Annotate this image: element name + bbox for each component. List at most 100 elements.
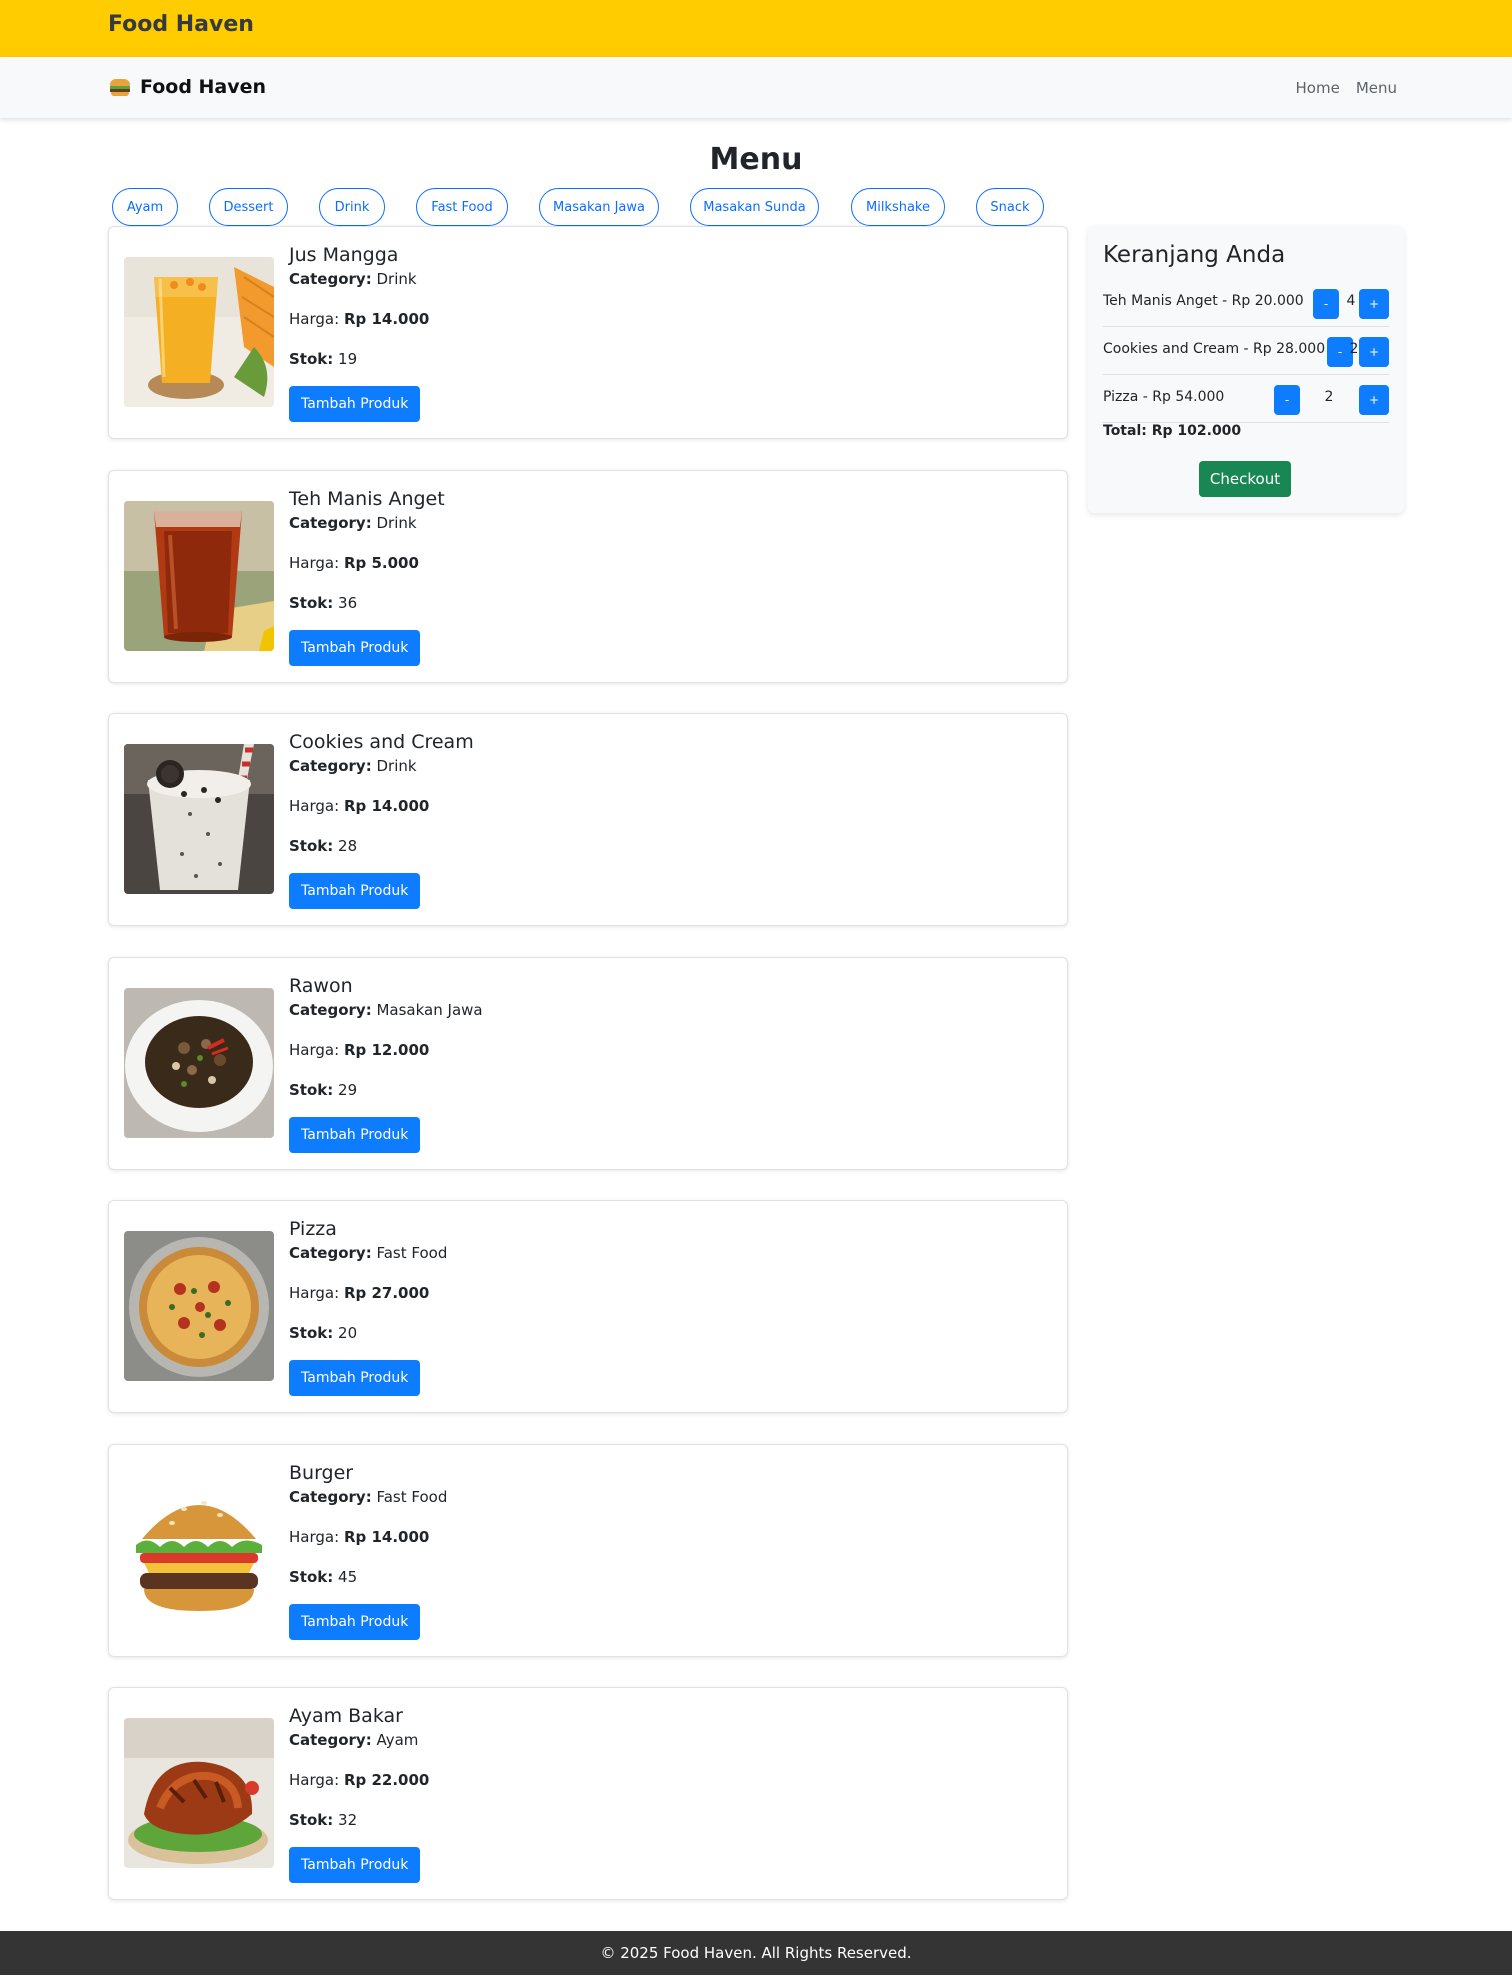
add-product-button[interactable]: Tambah Produk [289,873,421,909]
product-info: Burger Category: Fast Food Harga: Rp 14.… [289,1461,447,1640]
stock-value: 29 [338,1081,358,1099]
product-card: Rawon Category: Masakan Jawa Harga: Rp 1… [108,957,1068,1170]
product-card: Burger Category: Fast Food Harga: Rp 14.… [108,1444,1068,1657]
product-stock: Stok: 20 [289,1323,447,1343]
stock-label: Stok: [289,1811,334,1829]
category-value: Drink [376,270,417,288]
product-price: Harga: Rp 14.000 [289,309,429,329]
product-stock: Stok: 36 [289,593,445,613]
price-value: Rp 5.000 [343,554,419,572]
category-label: Category: [289,1244,372,1262]
product-name: Cookies and Cream [289,731,474,753]
product-card: Jus Mangga Category: Drink Harga: Rp 14.… [108,226,1068,439]
increase-quantity-button[interactable]: + [1359,289,1389,319]
add-product-button[interactable]: Tambah Produk [289,386,421,422]
product-info: Jus Mangga Category: Drink Harga: Rp 14.… [289,243,429,422]
product-card: Teh Manis Anget Category: Drink Harga: R… [108,470,1068,683]
category-label: Category: [289,757,372,775]
add-product-button[interactable]: Tambah Produk [289,1360,421,1396]
category-button-dessert[interactable]: Dessert [209,188,288,226]
price-label: Harga: [289,310,340,328]
product-category: Category: Fast Food [289,1487,447,1507]
decrease-quantity-button[interactable]: - [1274,385,1300,415]
category-value: Masakan Jawa [376,1001,483,1019]
category-value: Ayam [376,1731,419,1749]
category-label: Category: [289,514,372,532]
product-info: Ayam Bakar Category: Ayam Harga: Rp 22.0… [289,1704,429,1883]
stock-label: Stok: [289,837,334,855]
product-card: Cookies and Cream Category: Drink Harga:… [108,713,1068,926]
price-value: Rp 14.000 [343,797,430,815]
stock-label: Stok: [289,350,334,368]
site-title: Food Haven [108,12,254,37]
category-button-masakan-jawa[interactable]: Masakan Jawa [539,188,659,226]
increase-quantity-button[interactable]: + [1359,385,1389,415]
category-label: Category: [289,270,372,288]
add-product-button[interactable]: Tambah Produk [289,630,421,666]
category-value: Fast Food [376,1244,448,1262]
product-stock: Stok: 45 [289,1567,447,1587]
product-price: Harga: Rp 14.000 [289,796,474,816]
stock-value: 28 [338,837,358,855]
product-image-mango-juice [124,257,274,407]
price-value: Rp 14.000 [343,310,430,328]
top-banner: Food Haven [0,0,1512,57]
footer: © 2025 Food Haven. All Rights Reserved. [0,1931,1512,1975]
product-stock: Stok: 19 [289,349,429,369]
category-value: Fast Food [376,1488,448,1506]
stock-value: 19 [338,350,358,368]
stock-value: 32 [338,1811,358,1829]
product-name: Pizza [289,1218,337,1240]
navbar: Food Haven Home Menu [0,57,1512,118]
add-product-button[interactable]: Tambah Produk [289,1604,421,1640]
category-label: Category: [289,1731,372,1749]
price-label: Harga: [289,797,340,815]
product-stock: Stok: 28 [289,836,474,856]
cart-item-quantity: 4 [1346,293,1356,309]
nav-links: Home Menu [1296,79,1397,97]
add-product-button[interactable]: Tambah Produk [289,1117,421,1153]
nav-link-menu[interactable]: Menu [1356,79,1397,97]
category-button-fast-food[interactable]: Fast Food [416,188,508,226]
price-label: Harga: [289,1041,340,1059]
stock-value: 20 [338,1324,358,1342]
stock-value: 45 [338,1568,358,1586]
stock-label: Stok: [289,1568,334,1586]
cart-title: Keranjang Anda [1103,242,1286,268]
checkout-button[interactable]: Checkout [1199,461,1291,497]
category-button-ayam[interactable]: Ayam [112,188,178,226]
product-info: Pizza Category: Fast Food Harga: Rp 27.0… [289,1217,447,1396]
category-button-drink[interactable]: Drink [319,188,385,226]
cart-item: Pizza - Rp 54.000 - 2 + [1103,375,1389,423]
cart-item-label: Pizza - Rp 54.000 [1103,389,1225,405]
category-label: Category: [289,1001,372,1019]
nav-link-home[interactable]: Home [1296,79,1340,97]
brand-label: Food Haven [140,76,267,98]
product-card: Ayam Bakar Category: Ayam Harga: Rp 22.0… [108,1687,1068,1900]
stock-label: Stok: [289,1081,334,1099]
cart-total: Total: Rp 102.000 [1103,423,1242,439]
burger-icon [110,77,130,97]
category-button-masakan-sunda[interactable]: Masakan Sunda [690,188,819,226]
decrease-quantity-button[interactable]: - [1313,289,1339,319]
stock-value: 36 [338,594,358,612]
price-label: Harga: [289,1771,340,1789]
product-name: Teh Manis Anget [289,488,445,510]
product-category: Category: Drink [289,756,474,776]
price-value: Rp 14.000 [343,1528,430,1546]
navbar-brand[interactable]: Food Haven [110,76,266,98]
product-category: Category: Masakan Jawa [289,1000,483,1020]
cart-item: Teh Manis Anget - Rp 20.000 - 4 + [1103,279,1389,327]
cart-item-label: Teh Manis Anget - Rp 20.000 [1103,293,1304,309]
product-category: Category: Drink [289,269,429,289]
price-value: Rp 27.000 [343,1284,430,1302]
category-value: Drink [376,514,417,532]
stock-label: Stok: [289,594,334,612]
increase-quantity-button[interactable]: + [1359,337,1389,367]
product-card: Pizza Category: Fast Food Harga: Rp 27.0… [108,1200,1068,1413]
category-button-milkshake[interactable]: Milkshake [851,188,945,226]
product-image-sweet-tea [124,501,274,651]
category-button-snack[interactable]: Snack [976,188,1044,226]
product-name: Jus Mangga [289,244,399,266]
add-product-button[interactable]: Tambah Produk [289,1847,421,1883]
